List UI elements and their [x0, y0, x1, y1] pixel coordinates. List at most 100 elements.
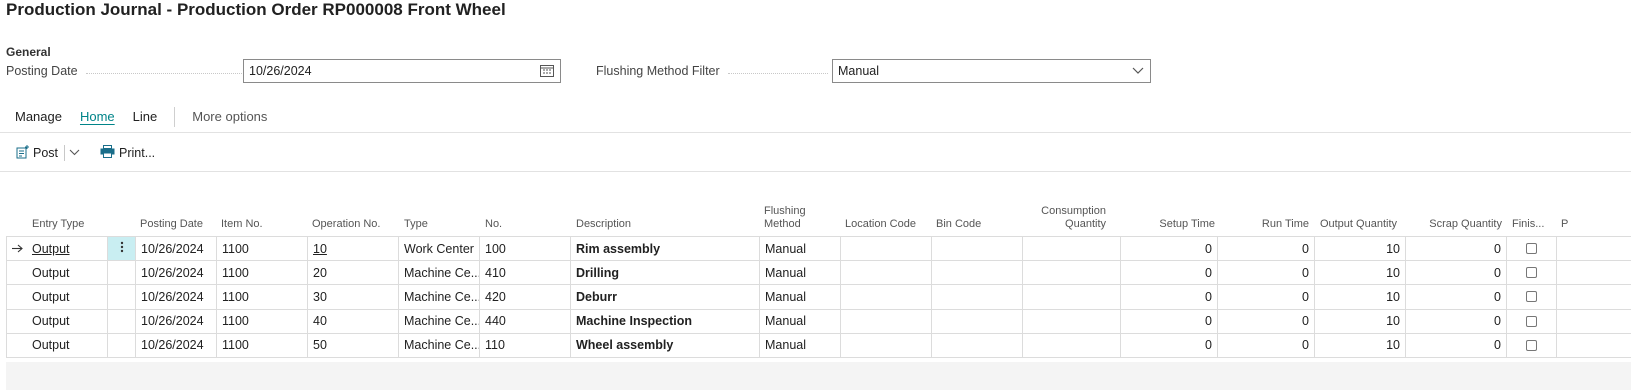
cell-output-quantity[interactable]: 10	[1315, 285, 1406, 309]
cell-extra[interactable]	[1557, 310, 1631, 333]
flushing-filter-select[interactable]: Manual	[832, 59, 1151, 83]
cell-type[interactable]: Machine Ce...	[399, 261, 480, 285]
cell-item-no[interactable]: 1100	[217, 237, 308, 261]
cell-output-quantity[interactable]: 10	[1315, 333, 1406, 357]
cell-scrap-quantity[interactable]: 0	[1406, 261, 1507, 285]
cell-description[interactable]: Deburr	[571, 285, 760, 309]
cell-item-no[interactable]: 1100	[217, 285, 308, 309]
cell-no[interactable]: 100	[480, 237, 571, 261]
cell-operation-no[interactable]: 10	[308, 237, 399, 261]
col-header-no[interactable]: No.	[485, 218, 502, 231]
cell-scrap-quantity[interactable]: 0	[1406, 237, 1507, 261]
cell-entry-type[interactable]: Output	[27, 261, 108, 285]
col-header-finished[interactable]: Finis...	[1512, 218, 1544, 231]
cell-extra[interactable]	[1557, 334, 1631, 357]
cell-entry-type[interactable]: Output	[27, 333, 108, 357]
cell-setup-time[interactable]: 0	[1121, 309, 1218, 333]
cell-run-time[interactable]: 0	[1218, 285, 1315, 309]
cell-bin-code[interactable]	[932, 285, 1023, 309]
col-header-bin-code[interactable]: Bin Code	[936, 218, 981, 231]
col-header-operation-no[interactable]: Operation No.	[312, 218, 380, 231]
cell-type[interactable]: Machine Ce...	[399, 285, 480, 309]
cell-item-no[interactable]: 1100	[217, 261, 308, 285]
table-row[interactable]: Output 10/26/2024 1100 40 Machine Ce... 440 Ma…	[7, 309, 1631, 334]
cell-location-code[interactable]	[841, 237, 932, 261]
col-header-output-quantity[interactable]: Output Quantity	[1314, 218, 1397, 231]
cell-no[interactable]: 440	[480, 309, 571, 333]
cell-posting-date[interactable]: 10/26/2024	[136, 237, 217, 261]
more-vertical-icon[interactable]	[120, 241, 124, 256]
cell-operation-no[interactable]: 40	[308, 309, 399, 333]
col-header-type[interactable]: Type	[404, 218, 428, 231]
cell-output-quantity[interactable]: 10	[1315, 261, 1406, 285]
cell-description[interactable]: Wheel assembly	[571, 333, 760, 357]
cell-no[interactable]: 410	[480, 261, 571, 285]
calendar-icon[interactable]	[540, 64, 554, 80]
col-header-item-no[interactable]: Item No.	[221, 218, 263, 231]
cell-extra[interactable]	[1557, 261, 1631, 284]
col-header-extra[interactable]: P	[1561, 218, 1568, 231]
cell-description[interactable]: Machine Inspection	[571, 309, 760, 333]
cell-item-no[interactable]: 1100	[217, 309, 308, 333]
cell-consumption-quantity[interactable]	[1023, 237, 1121, 261]
cell-no[interactable]: 110	[480, 333, 571, 357]
col-header-scrap-quantity[interactable]: Scrap Quantity	[1406, 218, 1502, 231]
cell-posting-date[interactable]: 10/26/2024	[136, 333, 217, 357]
cell-setup-time[interactable]: 0	[1121, 285, 1218, 309]
tab-home[interactable]: Home	[71, 104, 124, 130]
cell-consumption-quantity[interactable]	[1023, 309, 1121, 333]
cell-bin-code[interactable]	[932, 333, 1023, 357]
cell-consumption-quantity[interactable]	[1023, 261, 1121, 285]
cell-location-code[interactable]	[841, 285, 932, 309]
row-menu-cell[interactable]	[108, 237, 136, 261]
cell-operation-no[interactable]: 50	[308, 333, 399, 357]
col-header-setup-time[interactable]: Setup Time	[1121, 218, 1215, 231]
cell-run-time[interactable]: 0	[1218, 309, 1315, 333]
cell-flushing-method[interactable]: Manual	[760, 261, 841, 285]
cell-no[interactable]: 420	[480, 285, 571, 309]
finished-checkbox[interactable]	[1526, 339, 1537, 351]
cell-scrap-quantity[interactable]: 0	[1406, 333, 1507, 357]
cell-posting-date[interactable]: 10/26/2024	[136, 309, 217, 333]
cell-extra[interactable]	[1557, 237, 1631, 260]
cell-operation-no[interactable]: 30	[308, 285, 399, 309]
cell-output-quantity[interactable]: 10	[1315, 237, 1406, 261]
cell-item-no[interactable]: 1100	[217, 333, 308, 357]
table-row[interactable]: Output 10/26/2024 1100 10 Work Center 100 Rim …	[7, 237, 1631, 262]
row-menu-cell[interactable]	[108, 309, 136, 333]
cell-entry-type[interactable]: Output	[27, 309, 108, 333]
col-header-run-time[interactable]: Run Time	[1217, 218, 1309, 231]
cell-bin-code[interactable]	[932, 261, 1023, 285]
tab-line[interactable]: Line	[124, 104, 167, 130]
cell-location-code[interactable]	[841, 333, 932, 357]
cell-flushing-method[interactable]: Manual	[760, 309, 841, 333]
cell-setup-time[interactable]: 0	[1121, 261, 1218, 285]
cell-operation-no[interactable]: 20	[308, 261, 399, 285]
cell-extra[interactable]	[1557, 285, 1631, 308]
cell-flushing-method[interactable]: Manual	[760, 237, 841, 261]
cell-run-time[interactable]: 0	[1218, 237, 1315, 261]
cell-consumption-quantity[interactable]	[1023, 285, 1121, 309]
col-header-consumption-quantity[interactable]: Consumption Quantity	[1036, 205, 1106, 231]
cell-entry-type[interactable]: Output	[27, 237, 108, 261]
cell-entry-type[interactable]: Output	[27, 285, 108, 309]
col-header-flushing-method[interactable]: Flushing Method	[764, 205, 806, 231]
print-button[interactable]: Print...	[100, 145, 155, 161]
cell-location-code[interactable]	[841, 309, 932, 333]
cell-run-time[interactable]: 0	[1218, 261, 1315, 285]
cell-flushing-method[interactable]: Manual	[760, 333, 841, 357]
row-menu-cell[interactable]	[108, 261, 136, 285]
cell-scrap-quantity[interactable]: 0	[1406, 285, 1507, 309]
cell-scrap-quantity[interactable]: 0	[1406, 309, 1507, 333]
cell-posting-date[interactable]: 10/26/2024	[136, 285, 217, 309]
post-button[interactable]: Post	[16, 144, 58, 162]
cell-description[interactable]: Drilling	[571, 261, 760, 285]
posting-date-input[interactable]: 10/26/2024	[243, 59, 561, 83]
cell-location-code[interactable]	[841, 261, 932, 285]
table-row[interactable]: Output 10/26/2024 1100 20 Machine Ce... 410 Dr…	[7, 261, 1631, 286]
more-options-button[interactable]: More options	[183, 104, 276, 130]
cell-type[interactable]: Work Center	[399, 237, 480, 261]
finished-checkbox[interactable]	[1526, 315, 1537, 327]
post-dropdown-chevron-icon[interactable]	[69, 147, 80, 160]
cell-bin-code[interactable]	[932, 309, 1023, 333]
